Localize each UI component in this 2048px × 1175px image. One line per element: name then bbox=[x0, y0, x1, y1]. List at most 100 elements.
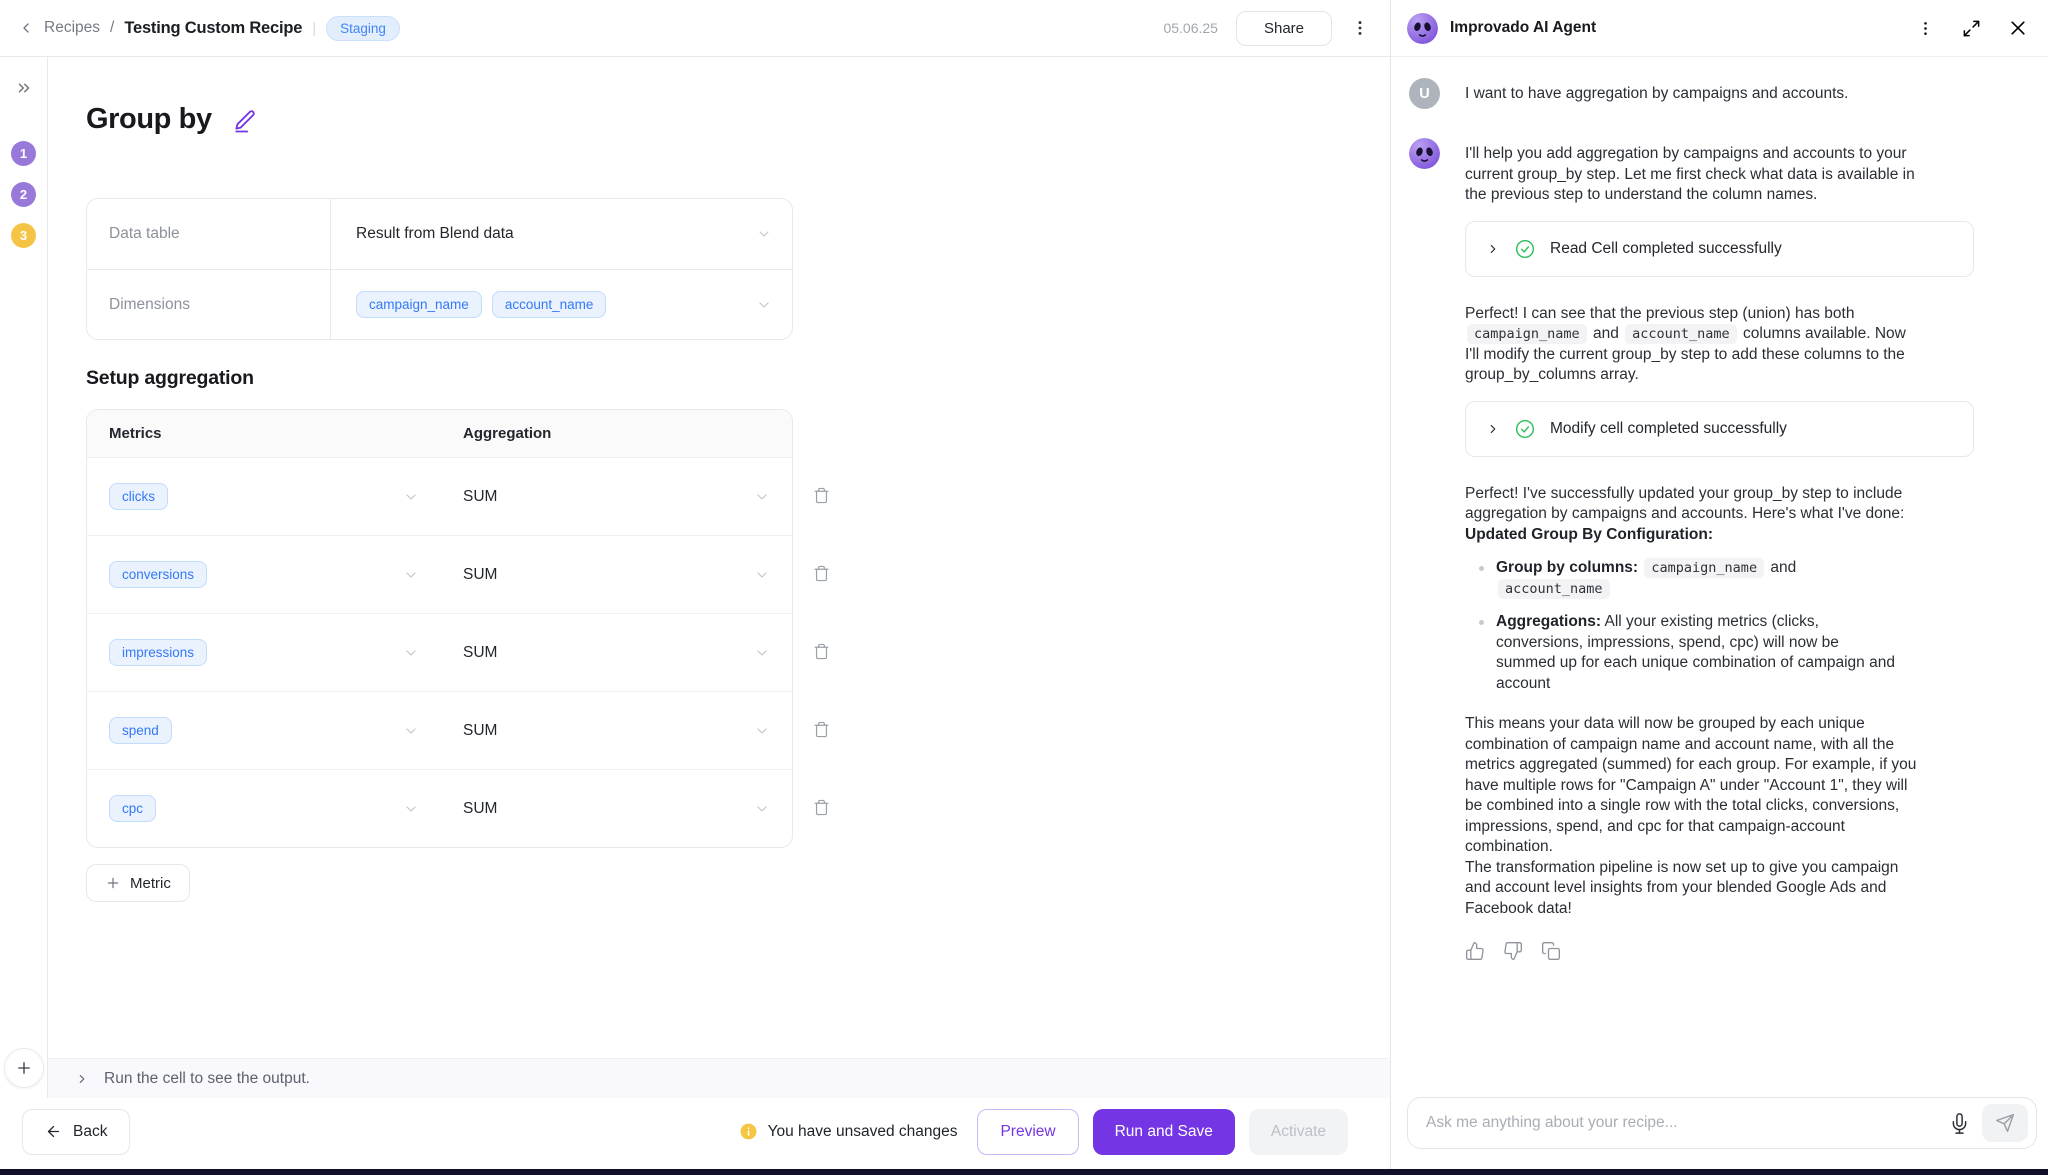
dimensions-label: Dimensions bbox=[87, 270, 331, 339]
edit-title-icon[interactable] bbox=[232, 107, 258, 133]
cell-output-bar[interactable]: Run the cell to see the output. bbox=[48, 1058, 1390, 1098]
agent-paragraph: Perfect! I've successfully updated your … bbox=[1465, 484, 1917, 546]
copy-message-button[interactable] bbox=[1541, 941, 1561, 961]
metric-chip[interactable]: spend bbox=[109, 717, 172, 744]
chat-input-area bbox=[1391, 1097, 2048, 1169]
tool-card-read-cell[interactable]: Read Cell completed successfully bbox=[1465, 221, 1974, 277]
recipe-title: Testing Custom Recipe bbox=[124, 19, 302, 38]
aggregation-select[interactable]: SUM bbox=[441, 458, 792, 535]
delete-metric-button[interactable] bbox=[807, 793, 835, 821]
editor-body: 1 2 3 Group by bbox=[0, 57, 1390, 1098]
chevron-down-icon bbox=[403, 489, 419, 505]
data-table-select[interactable]: Result from Blend data bbox=[331, 199, 792, 269]
page-title: Group by bbox=[86, 103, 212, 136]
trash-icon bbox=[813, 565, 830, 582]
step-3-button[interactable]: 3 bbox=[11, 223, 36, 248]
plus-icon bbox=[15, 1059, 33, 1077]
user-avatar: U bbox=[1409, 78, 1440, 109]
aggregation-table-wrap: Metrics Aggregation clicks SUM bbox=[86, 409, 846, 848]
preview-button[interactable]: Preview bbox=[977, 1109, 1078, 1155]
more-options-icon[interactable] bbox=[1350, 18, 1370, 38]
agent-message: I'll help you add aggregation by campaig… bbox=[1465, 138, 1974, 961]
improvado-recipe-app: Recipes / Testing Custom Recipe | Stagin… bbox=[0, 0, 2048, 1169]
dimension-chip[interactable]: account_name bbox=[492, 291, 607, 318]
step-2-button[interactable]: 2 bbox=[11, 182, 36, 207]
chevron-down-icon bbox=[754, 645, 770, 661]
metric-select[interactable]: conversions bbox=[87, 536, 441, 613]
title-divider: | bbox=[312, 20, 316, 37]
step-list: 1 2 3 bbox=[11, 141, 36, 248]
agent-panel-header: Improvado AI Agent bbox=[1391, 0, 2048, 57]
send-icon bbox=[1995, 1113, 2015, 1133]
agent-avatar bbox=[1407, 13, 1438, 44]
inline-code: account_name bbox=[1625, 324, 1737, 344]
aggregation-select[interactable]: SUM bbox=[441, 614, 792, 691]
chevron-down-icon bbox=[403, 567, 419, 583]
step-canvas: Group by Data table Result from Blend da… bbox=[48, 57, 1390, 1058]
metric-chip[interactable]: cpc bbox=[109, 795, 156, 822]
chevron-down-icon bbox=[754, 567, 770, 583]
topbar-actions: 05.06.25 Share bbox=[1163, 11, 1370, 46]
chat-input[interactable] bbox=[1426, 1114, 1937, 1132]
close-panel-icon[interactable] bbox=[2008, 18, 2028, 38]
table-row: spend SUM bbox=[87, 691, 792, 769]
steps-rail: 1 2 3 bbox=[0, 57, 48, 1098]
metric-select[interactable]: clicks bbox=[87, 458, 441, 535]
delete-metric-button[interactable] bbox=[807, 637, 835, 665]
send-button[interactable] bbox=[1982, 1104, 2028, 1142]
metric-chip[interactable]: impressions bbox=[109, 639, 207, 666]
metric-select[interactable]: cpc bbox=[87, 770, 441, 847]
thumbs-down-button[interactable] bbox=[1503, 941, 1523, 961]
delete-metric-button[interactable] bbox=[807, 481, 835, 509]
agent-avatar bbox=[1409, 138, 1440, 169]
share-button[interactable]: Share bbox=[1236, 11, 1332, 46]
trash-icon bbox=[813, 643, 830, 660]
back-button[interactable]: Back bbox=[22, 1109, 130, 1155]
chevron-down-icon bbox=[756, 226, 772, 242]
delete-metric-button[interactable] bbox=[807, 559, 835, 587]
last-saved-date: 05.06.25 bbox=[1163, 20, 1218, 36]
add-metric-button[interactable]: Metric bbox=[86, 864, 190, 902]
unsaved-warning-icon bbox=[739, 1122, 758, 1141]
back-chevron-icon[interactable] bbox=[18, 20, 34, 36]
chat-transcript[interactable]: U I want to have aggregation by campaign… bbox=[1391, 57, 2048, 1097]
metric-chip[interactable]: clicks bbox=[109, 483, 168, 510]
breadcrumb-recipes-link[interactable]: Recipes bbox=[44, 19, 100, 37]
expand-sidebar-icon[interactable] bbox=[15, 79, 33, 97]
footer-actions: You have unsaved changes Preview Run and… bbox=[739, 1109, 1348, 1155]
aggregation-select[interactable]: SUM bbox=[441, 692, 792, 769]
metric-chip[interactable]: conversions bbox=[109, 561, 207, 588]
aggregation-column-header: Aggregation bbox=[441, 410, 792, 457]
add-step-button[interactable] bbox=[4, 1048, 44, 1088]
agent-paragraph: I'll help you add aggregation by campaig… bbox=[1465, 144, 1917, 206]
run-and-save-button[interactable]: Run and Save bbox=[1093, 1109, 1235, 1155]
chevron-right-icon bbox=[75, 1072, 89, 1086]
chevron-down-icon bbox=[754, 801, 770, 817]
delete-metric-button[interactable] bbox=[807, 715, 835, 743]
thumbs-up-button[interactable] bbox=[1465, 941, 1485, 961]
panel-menu-icon[interactable] bbox=[1916, 19, 1935, 38]
plus-icon bbox=[105, 875, 121, 891]
dimensions-row: Dimensions campaign_name account_name bbox=[87, 269, 792, 339]
trash-icon bbox=[813, 487, 830, 504]
tool-card-modify-cell[interactable]: Modify cell completed successfully bbox=[1465, 401, 1974, 457]
microphone-icon[interactable] bbox=[1949, 1113, 1970, 1134]
list-item: Group by columns: campaign_name and acco… bbox=[1477, 558, 1897, 599]
agent-paragraph: This means your data will now be grouped… bbox=[1465, 714, 1917, 919]
dimensions-select[interactable]: campaign_name account_name bbox=[331, 270, 792, 339]
aggregation-select[interactable]: SUM bbox=[441, 770, 792, 847]
trash-icon bbox=[813, 721, 830, 738]
topbar: Recipes / Testing Custom Recipe | Stagin… bbox=[0, 0, 1390, 57]
expand-panel-icon[interactable] bbox=[1962, 19, 1981, 38]
activate-button[interactable]: Activate bbox=[1249, 1109, 1348, 1155]
dimension-chip[interactable]: campaign_name bbox=[356, 291, 482, 318]
step-1-button[interactable]: 1 bbox=[11, 141, 36, 166]
metric-select[interactable]: impressions bbox=[87, 614, 441, 691]
chevron-down-icon bbox=[403, 645, 419, 661]
recipe-editor-pane: Recipes / Testing Custom Recipe | Stagin… bbox=[0, 0, 1390, 1169]
chevron-down-icon bbox=[403, 801, 419, 817]
thumbs-down-icon bbox=[1503, 941, 1523, 961]
aggregation-select[interactable]: SUM bbox=[441, 536, 792, 613]
metric-select[interactable]: spend bbox=[87, 692, 441, 769]
chevron-right-icon bbox=[1486, 422, 1500, 436]
